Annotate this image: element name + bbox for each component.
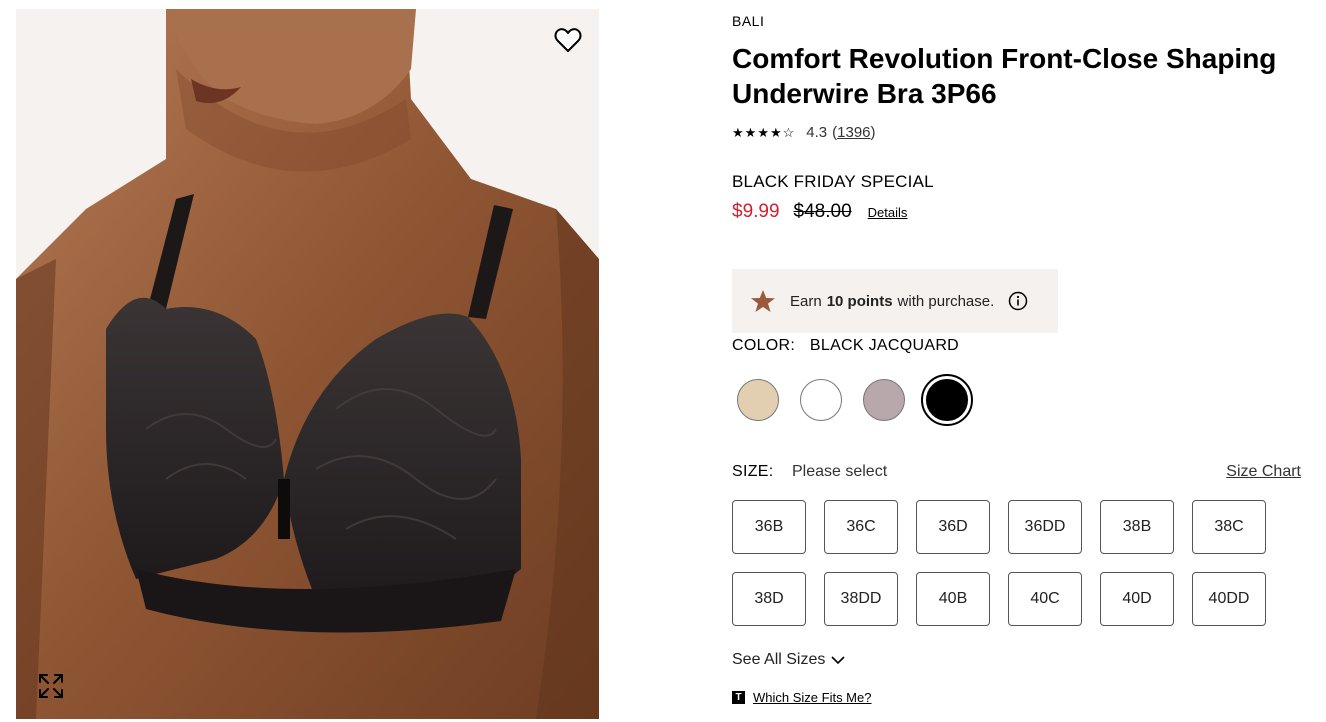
- star-full-icon: ★: [769, 124, 782, 140]
- wishlist-button[interactable]: [553, 25, 583, 55]
- price-row: $9.99 $48.00 Details: [732, 201, 907, 223]
- size-label: SIZE:: [732, 463, 774, 480]
- price-details-link[interactable]: Details: [868, 205, 908, 220]
- expand-icon: [39, 674, 63, 698]
- see-all-sizes-button[interactable]: See All Sizes: [732, 651, 845, 669]
- size-option-36d[interactable]: 36D: [916, 500, 990, 554]
- star-icon: [750, 289, 776, 313]
- original-price: $48.00: [793, 201, 852, 222]
- rating-value: 4.3: [806, 124, 828, 141]
- rewards-points: 10 points: [826, 292, 893, 310]
- star-rating: ★ ★ ★ ★ ☆: [732, 125, 794, 141]
- promo-label: BLACK FRIDAY SPECIAL: [732, 172, 934, 191]
- size-option-40dd[interactable]: 40DD: [1192, 572, 1266, 626]
- which-size-fits-link[interactable]: Which Size Fits Me?: [753, 690, 871, 705]
- zoom-button[interactable]: [36, 671, 66, 701]
- size-option-36dd[interactable]: 36DD: [1008, 500, 1082, 554]
- rating-summary[interactable]: ★ ★ ★ ★ ☆ 4.3 (1396): [732, 124, 876, 141]
- color-selector-label: COLOR: BLACK JACQUARD: [732, 337, 959, 355]
- chevron-down-icon: [831, 655, 845, 664]
- swatch-color: [737, 379, 779, 421]
- brand-link[interactable]: BALI: [732, 13, 764, 29]
- review-count-close: ): [870, 124, 876, 141]
- product-photo: [16, 9, 599, 719]
- color-selected-value: BLACK JACQUARD: [809, 337, 960, 354]
- size-option-38b[interactable]: 38B: [1100, 500, 1174, 554]
- swatch-nude[interactable]: [732, 374, 784, 426]
- color-label: COLOR:: [732, 337, 796, 354]
- swatch-black[interactable]: [921, 374, 973, 426]
- size-option-38dd[interactable]: 38DD: [824, 572, 898, 626]
- color-swatches: [732, 374, 984, 426]
- product-title: Comfort Revolution Front-Close Shaping U…: [732, 43, 1277, 109]
- size-option-40c[interactable]: 40C: [1008, 572, 1082, 626]
- rewards-banner: Earn 10 points with purchase.: [732, 269, 1058, 333]
- fit-badge-icon: T: [732, 691, 745, 704]
- size-chart-link[interactable]: Size Chart: [1226, 463, 1301, 481]
- product-image[interactable]: [16, 9, 599, 719]
- size-fit-row: T Which Size Fits Me?: [732, 690, 871, 705]
- heart-icon: [554, 28, 582, 52]
- swatch-color: [926, 379, 968, 421]
- size-option-36b[interactable]: 36B: [732, 500, 806, 554]
- swatch-white[interactable]: [795, 374, 847, 426]
- size-option-40d[interactable]: 40D: [1100, 572, 1174, 626]
- swatch-mauve[interactable]: [858, 374, 910, 426]
- review-count-link[interactable]: 1396: [837, 124, 870, 141]
- size-option-36c[interactable]: 36C: [824, 500, 898, 554]
- see-all-sizes-label: See All Sizes: [732, 651, 826, 668]
- sale-price: $9.99: [732, 201, 780, 222]
- size-options: 36B 36C 36D 36DD 38B 38C 38D 38DD 40B 40…: [732, 500, 1302, 626]
- rewards-prefix: Earn: [790, 292, 822, 310]
- size-option-38c[interactable]: 38C: [1192, 500, 1266, 554]
- swatch-color: [800, 379, 842, 421]
- size-selected-value: Please select: [791, 463, 888, 480]
- star-full-icon: ★: [732, 124, 744, 140]
- star-full-icon: ★: [744, 124, 757, 140]
- size-option-40b[interactable]: 40B: [916, 572, 990, 626]
- star-full-icon: ★: [757, 124, 769, 140]
- rewards-suffix: with purchase.: [897, 292, 995, 310]
- size-selector-header: SIZE: Please select Size Chart: [732, 463, 1301, 481]
- swatch-color: [863, 379, 905, 421]
- star-half-icon: ☆: [782, 124, 795, 140]
- size-option-38d[interactable]: 38D: [732, 572, 806, 626]
- info-icon[interactable]: [1008, 291, 1028, 311]
